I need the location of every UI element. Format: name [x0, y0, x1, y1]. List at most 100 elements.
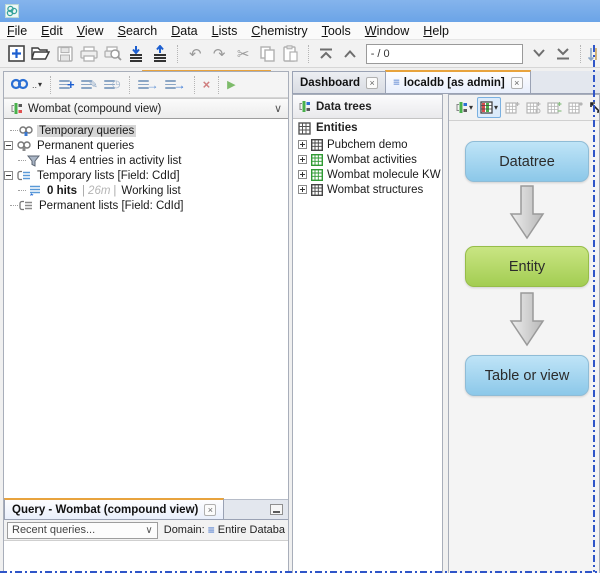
query-editor-area[interactable] — [4, 541, 288, 573]
entity-grid-icon-green — [311, 169, 323, 181]
move-list-icon[interactable]: → — [162, 75, 189, 95]
new-icon[interactable] — [6, 43, 28, 65]
expand-icon[interactable] — [298, 185, 307, 194]
data-trees-panel: Data trees Entities Pubchem demo Womba — [292, 94, 443, 574]
annotation-line-vertical — [593, 45, 595, 572]
copy-icon[interactable] — [256, 43, 278, 65]
new-entity-ct-icon[interactable] — [524, 97, 543, 118]
view-selector-dropdown[interactable]: Wombat (compound view) ∨ — [4, 98, 288, 119]
close-icon[interactable]: × — [204, 504, 216, 516]
data-trees-header: Data trees — [293, 95, 442, 119]
entity-row[interactable]: Pubchem demo — [293, 137, 442, 152]
entity-properties-icon[interactable] — [566, 97, 585, 118]
record-counter-input[interactable] — [366, 44, 523, 64]
tab-localdb[interactable]: ≡ localdb [as admin] × — [385, 70, 531, 93]
list-set-icon — [17, 170, 31, 181]
entity-label: Pubchem demo — [327, 139, 408, 151]
title-bar[interactable] — [0, 0, 600, 22]
expand-icon[interactable] — [298, 155, 307, 164]
right-tabstrip: Dashboard × ≡ localdb [as admin] × — [292, 71, 600, 94]
datatree-view-icon[interactable]: ▾ — [453, 97, 475, 118]
entity-row[interactable]: Wombat activities — [293, 152, 442, 167]
chevron-down-icon: ∨ — [274, 102, 282, 115]
undo-icon[interactable]: ↶ — [184, 43, 206, 65]
tree-row-permanent-queries[interactable]: Permanent queries — [4, 138, 288, 153]
query-builder-icon[interactable]: .. ▾ — [8, 75, 45, 95]
data-trees-title: Data trees — [316, 101, 372, 113]
tree-row-temporary-queries[interactable]: Temporary queries — [4, 123, 288, 138]
lists-toolbar: .. ▾ + ✎ ◷ → → — [4, 72, 288, 98]
go-first-icon[interactable] — [315, 43, 337, 65]
new-entity-relationship-icon[interactable] — [545, 97, 564, 118]
menu-data[interactable]: Data — [164, 24, 204, 38]
delete-list-icon[interactable]: × — [200, 75, 214, 95]
menu-edit[interactable]: Edit — [34, 24, 70, 38]
domain-label: Domain: — [164, 524, 205, 536]
bottom-margin — [0, 573, 600, 577]
lists-and-queries-panel: .. ▾ + ✎ ◷ → → — [3, 71, 289, 574]
node-label: Table or view — [485, 368, 570, 384]
entity-row[interactable]: Wombat molecule KW — [293, 167, 442, 182]
entities-header[interactable]: Entities — [293, 119, 442, 137]
tab-query-wombat[interactable]: Query - Wombat (compound view) × — [4, 498, 224, 519]
new-entity-icon[interactable] — [503, 97, 522, 118]
flow-arrow-icon — [505, 291, 549, 347]
paste-icon[interactable] — [280, 43, 302, 65]
separator-glyph: | — [79, 185, 88, 197]
go-previous-icon[interactable] — [339, 43, 361, 65]
tree-label: Has 4 entries in activity list — [44, 155, 184, 167]
menu-tools[interactable]: Tools — [315, 24, 358, 38]
import-icon[interactable] — [126, 43, 148, 65]
diagram-node-table-or-view[interactable]: Table or view — [465, 355, 589, 396]
tab-dashboard[interactable]: Dashboard × — [292, 71, 386, 93]
run-query-icon[interactable]: ▶ — [224, 75, 238, 95]
diagram-node-entity[interactable]: Entity — [465, 246, 589, 287]
open-folder-icon[interactable] — [30, 43, 52, 65]
close-icon[interactable]: × — [511, 77, 523, 89]
close-icon[interactable]: × — [366, 77, 378, 89]
tab-dashboard-label: Dashboard — [300, 77, 360, 89]
menu-lists[interactable]: Lists — [205, 24, 245, 38]
export-icon[interactable] — [149, 43, 171, 65]
refresh-list-icon[interactable]: ◷ — [101, 75, 124, 95]
entity-grid-icon-gray — [311, 184, 323, 196]
menu-window[interactable]: Window — [358, 24, 416, 38]
redo-icon[interactable]: ↷ — [208, 43, 230, 65]
print-preview-icon[interactable] — [102, 43, 124, 65]
tree-row-working-list[interactable]: 0 hits | 26m | Working list — [4, 183, 288, 198]
flow-arrow-icon — [505, 184, 549, 240]
grid-view-toggle-icon[interactable]: ▾ — [477, 97, 501, 118]
clock-glyph: ◷ — [112, 79, 121, 90]
collapse-icon[interactable] — [4, 141, 13, 150]
tree-row-temporary-lists[interactable]: Temporary lists [Field: CdId] — [4, 168, 288, 183]
entity-grid-icon-gray — [311, 139, 323, 151]
diagram-node-datatree[interactable]: Datatree — [465, 141, 589, 182]
tree-row-activity-query[interactable]: Has 4 entries in activity list — [4, 153, 288, 168]
working-list-name: Working list — [119, 185, 182, 197]
tree-row-permanent-lists[interactable]: Permanent lists [Field: CdId] — [4, 198, 288, 213]
collapse-icon[interactable] — [4, 171, 13, 180]
toolbar-separator — [50, 76, 51, 94]
menu-chemistry[interactable]: Chemistry — [244, 24, 314, 38]
promote-list-icon[interactable]: → — [135, 75, 162, 95]
menu-search[interactable]: Search — [111, 24, 165, 38]
diagram-canvas[interactable]: Datatree Entity Table or view — [449, 121, 599, 573]
go-last-icon[interactable] — [552, 43, 574, 65]
menu-view[interactable]: View — [70, 24, 111, 38]
go-next-icon[interactable] — [528, 43, 550, 65]
entity-row[interactable]: Wombat structures — [293, 182, 442, 197]
menu-file[interactable]: File — [0, 24, 34, 38]
chevron-down-icon: ▾ — [469, 103, 473, 112]
expand-icon[interactable] — [298, 140, 307, 149]
edit-list-icon[interactable]: ✎ — [78, 75, 101, 95]
cut-icon[interactable]: ✂ — [232, 43, 254, 65]
minimize-icon[interactable] — [270, 504, 283, 515]
recent-queries-dropdown[interactable]: Recent queries... ∨ — [7, 522, 158, 539]
print-icon[interactable] — [78, 43, 100, 65]
new-list-icon[interactable]: + — [56, 75, 78, 95]
domain-value[interactable]: Entire Databa — [218, 524, 285, 536]
expand-icon[interactable] — [298, 170, 307, 179]
menu-help[interactable]: Help — [416, 24, 456, 38]
app-window: File Edit View Search Data Lists Chemist… — [0, 0, 600, 577]
save-icon[interactable] — [54, 43, 76, 65]
